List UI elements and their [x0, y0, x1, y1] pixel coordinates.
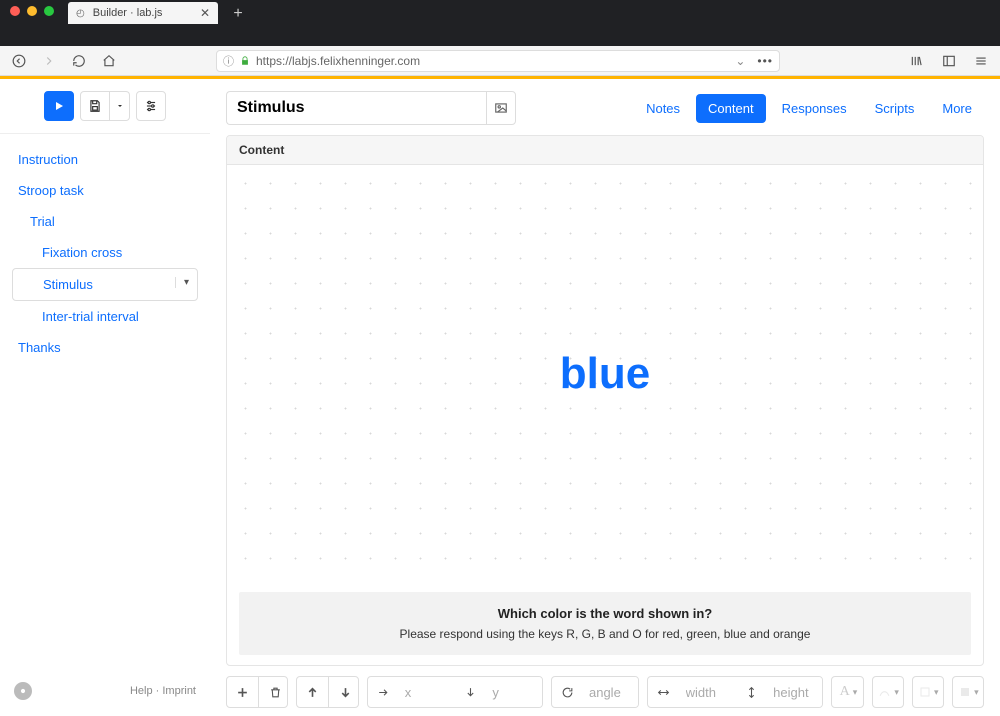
tree-item-label: Fixation cross — [42, 245, 122, 260]
border-button[interactable]: ▾ — [913, 677, 944, 707]
y-input[interactable] — [484, 677, 542, 707]
lock-icon — [240, 56, 250, 66]
add-button[interactable] — [227, 677, 259, 707]
run-button[interactable] — [44, 91, 74, 121]
panel-header: Content — [227, 136, 983, 165]
component-title-input[interactable] — [226, 91, 486, 125]
instruction-box: Which color is the word shown in? Please… — [239, 592, 971, 655]
height-label-icon — [736, 677, 768, 707]
imprint-link[interactable]: Imprint — [162, 685, 196, 697]
tab-label: More — [942, 101, 972, 116]
tree-item-label: Stimulus — [43, 277, 93, 292]
tab-responses[interactable]: Responses — [770, 94, 859, 123]
tab-label: Scripts — [875, 101, 915, 116]
tab-label: Responses — [782, 101, 847, 116]
address-bar[interactable]: ⓘ https://labjs.felixhenninger.com ⌄ ••• — [216, 50, 780, 72]
url-text: https://labjs.felixhenninger.com — [256, 54, 420, 68]
tree-item-label: Inter-trial interval — [42, 309, 139, 324]
tab-favicon: ◴ — [76, 8, 85, 19]
new-tab-button[interactable]: + — [228, 4, 248, 24]
text-style-button[interactable]: A▾ — [832, 677, 863, 707]
tree-item-stroop-task[interactable]: Stroop task — [12, 175, 198, 206]
tree-item-instruction[interactable]: Instruction — [12, 144, 198, 175]
save-dropdown[interactable] — [110, 91, 130, 121]
angle-label-icon — [552, 677, 584, 707]
settings-button[interactable] — [136, 91, 166, 121]
help-link[interactable]: Help — [130, 685, 153, 697]
width-input[interactable] — [678, 677, 738, 707]
tab-content[interactable]: Content — [696, 94, 766, 123]
tab-scripts[interactable]: Scripts — [863, 94, 927, 123]
tab-more[interactable]: More — [930, 94, 984, 123]
site-info-icon[interactable]: ⓘ — [223, 53, 234, 69]
image-icon[interactable] — [486, 91, 516, 125]
nav-back-button[interactable] — [6, 49, 32, 73]
tree-item-label: Thanks — [18, 340, 61, 355]
window-close[interactable] — [10, 6, 20, 16]
url-dropdown-icon[interactable]: ⌄ — [735, 54, 745, 68]
save-button[interactable] — [80, 91, 110, 121]
tree-item-label: Trial — [30, 214, 55, 229]
menu-icon[interactable] — [968, 49, 994, 73]
fill-button[interactable]: ▾ — [953, 677, 984, 707]
tree-item-fixation-cross[interactable]: Fixation cross — [12, 237, 198, 268]
browser-tab[interactable]: ◴ Builder · lab.js ✕ — [68, 2, 218, 24]
tree-item-iti[interactable]: Inter-trial interval — [12, 301, 198, 332]
tree-item-dropdown[interactable]: ▾ — [175, 277, 197, 288]
angle-input[interactable] — [581, 677, 639, 707]
y-label-icon — [455, 677, 487, 707]
canvas-area[interactable]: blue — [227, 165, 983, 582]
tab-notes[interactable]: Notes — [634, 94, 692, 123]
move-up-button[interactable] — [297, 677, 329, 707]
sidebar-icon[interactable] — [936, 49, 962, 73]
tab-label: Notes — [646, 101, 680, 116]
x-label-icon — [368, 677, 400, 707]
tree-item-stimulus[interactable]: Stimulus ▾ — [12, 268, 198, 301]
stroke-button[interactable]: ▾ — [873, 677, 904, 707]
tree-item-trial[interactable]: Trial — [12, 206, 198, 237]
x-input[interactable] — [397, 677, 457, 707]
stimulus-text[interactable]: blue — [560, 349, 650, 399]
prompt-title: Which color is the word shown in? — [259, 606, 951, 621]
tab-label: Content — [708, 101, 754, 116]
tree-item-thanks[interactable]: Thanks — [12, 332, 198, 363]
move-down-button[interactable] — [329, 677, 358, 707]
prompt-body: Please respond using the keys R, G, B an… — [259, 627, 951, 641]
tab-close-icon[interactable]: ✕ — [200, 6, 210, 20]
footer-sep: · — [156, 685, 160, 697]
url-more-icon[interactable]: ••• — [757, 54, 773, 68]
width-label-icon — [648, 677, 680, 707]
delete-button[interactable] — [259, 677, 288, 707]
window-maximize[interactable] — [44, 6, 54, 16]
tree-item-label: Instruction — [18, 152, 78, 167]
tab-title: Builder · lab.js — [93, 7, 163, 19]
nav-home-button[interactable] — [96, 49, 122, 73]
tree-item-label: Stroop task — [18, 183, 84, 198]
height-input[interactable] — [765, 677, 823, 707]
window-minimize[interactable] — [27, 6, 37, 16]
logo-icon — [14, 682, 32, 700]
nav-forward-button[interactable] — [36, 49, 62, 73]
library-icon[interactable] — [904, 49, 930, 73]
nav-reload-button[interactable] — [66, 49, 92, 73]
